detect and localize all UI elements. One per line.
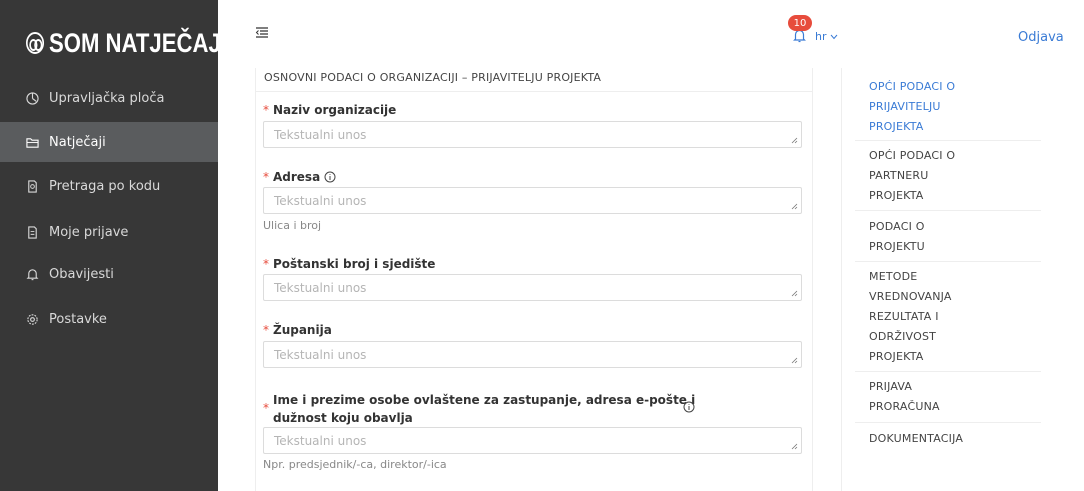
resize-handle-icon[interactable]	[791, 357, 798, 364]
field-label-postal-code: * Poštanski broj i sjedište	[263, 257, 436, 271]
resize-handle-icon[interactable]	[791, 203, 798, 210]
representative-input[interactable]: Tekstualni unos	[263, 427, 802, 454]
address-input[interactable]: Tekstualni unos	[263, 187, 802, 214]
logo-text: SOM NATJEČAJI	[48, 27, 227, 58]
notification-count-badge: 10	[788, 15, 812, 31]
required-marker: *	[263, 257, 269, 271]
sidebar-item-label: Postavke	[49, 311, 107, 327]
language-selector[interactable]: hr	[815, 30, 838, 43]
section-nav-partner[interactable]: OPĆI PODACI O PARTNERU PROJEKTA	[869, 146, 1039, 206]
required-marker: *	[263, 323, 269, 337]
divider	[855, 422, 1041, 423]
required-marker: *	[263, 401, 269, 415]
divider	[855, 261, 1041, 262]
field-label-county: * Županija	[263, 323, 332, 337]
resize-handle-icon[interactable]	[791, 443, 798, 450]
section-nav-budget[interactable]: PRIJAVA PRORAČUNA	[869, 377, 1039, 417]
gear-icon	[27, 313, 38, 325]
dashboard-icon	[26, 91, 39, 105]
sidebar-item-settings[interactable]: Postavke	[0, 299, 218, 339]
folder-icon	[26, 137, 39, 148]
sidebar-item-label: Natječaji	[49, 134, 106, 150]
sidebar-item-my-applications[interactable]: Moje prijave	[0, 212, 218, 252]
county-input[interactable]: Tekstualni unos	[263, 341, 802, 368]
representative-hint: Npr. predsjednik/-ca, direktor/-ica	[263, 458, 447, 471]
organization-name-input[interactable]: Tekstualni unos	[263, 121, 802, 148]
sidebar-item-label: Moje prijave	[49, 224, 129, 240]
divider	[855, 210, 1041, 211]
language-value: hr	[815, 30, 827, 43]
document-icon	[28, 225, 37, 239]
required-marker: *	[263, 170, 269, 184]
sidebar-item-label: Obavijesti	[49, 266, 114, 282]
chevron-down-icon	[830, 34, 837, 39]
resize-handle-icon[interactable]	[791, 290, 798, 297]
section-header: OSNOVNI PODACI O ORGANIZACIJI – PRIJAVIT…	[255, 68, 813, 92]
divider	[855, 140, 1041, 141]
app-logo[interactable]: SOM NATJEČAJI	[26, 26, 227, 60]
search-document-icon	[28, 179, 37, 193]
sidebar-item-label: Pretraga po kodu	[49, 178, 161, 194]
info-icon[interactable]	[683, 401, 695, 413]
required-marker: *	[263, 103, 269, 117]
sidebar-item-dashboard[interactable]: Upravljačka ploča	[0, 78, 218, 118]
section-nav-applicant[interactable]: OPĆI PODACI O PRIJAVITELJU PROJEKTA	[869, 77, 1039, 137]
bell-icon	[26, 268, 39, 280]
sidebar-item-search-code[interactable]: Pretraga po kodu	[0, 166, 218, 206]
section-nav-project[interactable]: PODACI O PROJEKTU	[869, 217, 1039, 257]
address-hint: Ulica i broj	[263, 219, 322, 232]
section-nav-evaluation[interactable]: METODE VREDNOVANJA REZULTATA I ODRŽIVOST…	[869, 267, 1039, 367]
sidebar: SOM NATJEČAJI Upravljačka ploča Natječaj…	[0, 0, 227, 491]
sidebar-item-label: Upravljačka ploča	[49, 90, 165, 106]
section-title: OSNOVNI PODACI O ORGANIZACIJI – PRIJAVIT…	[264, 71, 602, 84]
field-label-organization-name: * Naziv organizacije	[263, 103, 397, 117]
postal-code-input[interactable]: Tekstualni unos	[263, 274, 802, 301]
logout-link[interactable]: Odjava	[1018, 30, 1064, 45]
logo-icon	[26, 32, 45, 54]
sidebar-item-notifications[interactable]: Obavijesti	[0, 254, 218, 294]
sidebar-item-natjecaji[interactable]: Natječaji	[0, 122, 218, 162]
collapse-menu-icon[interactable]	[255, 27, 269, 39]
info-icon[interactable]	[324, 171, 336, 183]
field-label-address: * Adresa	[263, 170, 336, 184]
section-nav-documentation[interactable]: DOKUMENTACIJA	[869, 429, 1039, 449]
top-bar	[218, 0, 1084, 68]
divider	[855, 371, 1041, 372]
resize-handle-icon[interactable]	[791, 137, 798, 144]
